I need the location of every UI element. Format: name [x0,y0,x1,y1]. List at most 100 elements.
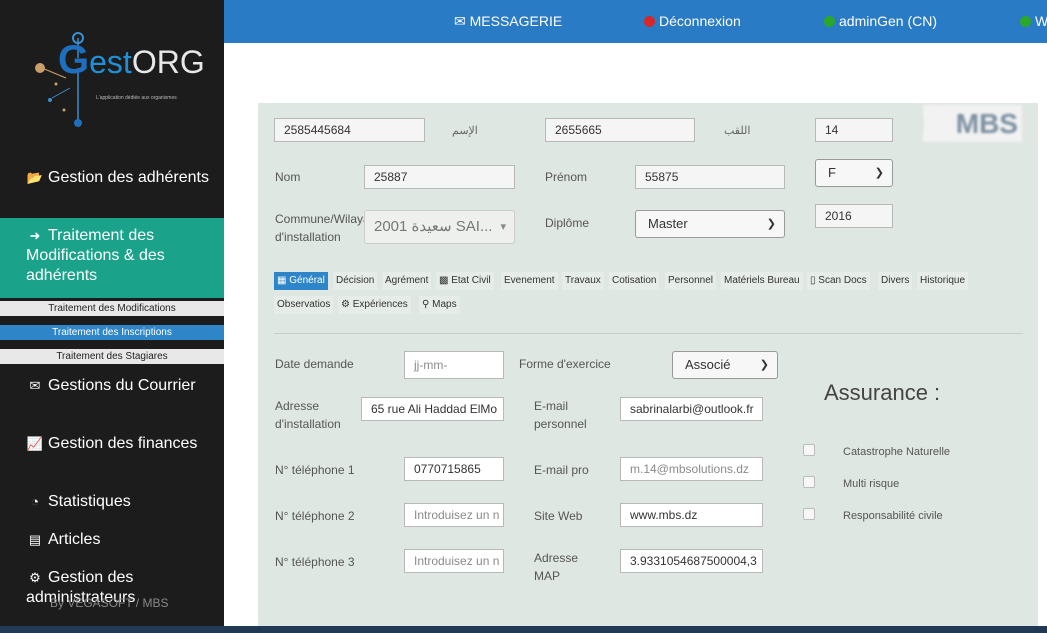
sidebar-item-label: Gestion des adhérents [48,169,209,186]
extra-label: W [1035,13,1047,29]
commune-select[interactable]: 2001 سعيدة SAI... ▾ [364,210,515,244]
adresse-map-input[interactable]: 3.9331054687500004,3 [620,549,763,573]
ism-label: الإسم [452,125,478,137]
email-perso-input[interactable]: sabrinalarbi@outlook.fr [620,397,763,421]
pie-chart-icon: ◔ [31,494,39,509]
email-pro-label: E-mail pro [534,463,589,477]
users-gear-icon: ⚙ [29,570,41,585]
sidebar-item-finances[interactable]: 📈 Gestion des finances [0,434,224,476]
tab-cotisation[interactable]: Cotisation [609,272,660,290]
tab-scan-docs[interactable]: ▯ Scan Docs [807,272,870,290]
diplome-select[interactable]: Master ❯ [635,210,785,238]
laqab-input[interactable]: 2655665 [545,118,695,142]
sidebar-item-traitement[interactable]: ➜ Traitement des Modifications & des adhé… [0,218,224,298]
catastrophe-checkbox[interactable] [803,444,815,456]
prenom-input[interactable]: 55875 [635,165,785,189]
tel2-label: N° téléphone 2 [275,509,355,523]
user-menu[interactable]: adminGen (CN) [824,13,937,29]
tab-label: Général [289,275,325,286]
company-logo: MBS [923,105,1022,142]
tab-evenement[interactable]: Evenement [501,272,558,290]
tab-travaux[interactable]: Travaux [562,272,604,290]
sidebar-item-articles[interactable]: ▤ Articles [0,530,224,552]
caret-down-icon: ▾ [500,221,506,233]
responsabilite-label: Responsabilité civile [843,510,943,522]
catastrophe-label: Catastrophe Naturelle [843,446,951,458]
tab-label: Etat Civil [451,275,491,286]
briefcase-icon: ⚙ [341,299,350,310]
user-status-icon [824,16,835,27]
sexe-select[interactable]: F ❯ [815,159,893,187]
tab-personnel[interactable]: Personnel [665,272,717,290]
tab-observatios[interactable]: Observatios [274,296,334,314]
ism-input[interactable]: 2585445684 [274,118,425,142]
courier-icon: ✉ [29,378,41,393]
map-marker-icon: ⚲ [422,299,430,310]
line-chart-icon: 📈 [26,436,44,451]
tab-historique[interactable]: Historique [917,272,969,290]
sidebar-item-label: Gestion des finances [48,435,198,452]
logo-tagline: L'application dédiée aux organismes [96,95,177,101]
code-input[interactable]: 14 [815,118,893,142]
chevron-down-icon: ❯ [759,359,769,371]
sexe-value: F [828,165,836,180]
tab-label: Scan Docs [818,275,867,286]
multi-risque-label: Multi risque [843,478,900,490]
chevron-down-icon: ❯ [874,167,884,179]
submenu-inscriptions[interactable]: Traitement des Inscriptions [0,325,224,340]
logo-text: GestORG [58,38,205,82]
logout-status-icon [644,16,655,27]
folder-open-icon: 📂 [26,170,44,185]
extra-status-icon [1020,16,1031,27]
prenom-label: Prénom [545,170,588,184]
email-pro-input[interactable]: m.14@mbsolutions.dz [620,457,763,481]
tab-materiels-bureau[interactable]: Matériels Bureau [721,272,803,290]
extra-menu[interactable]: W [1020,13,1047,29]
tab-agrement[interactable]: Agrément [382,272,432,290]
adresse-label: Adresse d'installation [275,399,341,431]
footer-credit: By VEGASOFT / MBS [50,596,169,610]
tel2-input[interactable]: Introduisez un n [404,503,504,527]
date-demande-input[interactable]: jj-mm- [404,351,504,379]
tab-decision[interactable]: Décision [333,272,378,290]
messagerie-link[interactable]: ✉ MESSAGERIE [454,13,562,30]
nom-label: Nom [275,170,301,184]
multi-risque-checkbox[interactable] [803,476,815,488]
sidebar-item-label: Traitement des Modifications & des adhér… [26,227,165,284]
adresse-input[interactable]: 65 rue Ali Haddad ElMo [361,397,504,421]
tel1-input[interactable]: 0770715865 [404,457,504,481]
user-label: adminGen (CN) [839,13,938,29]
divider [274,333,1023,334]
site-web-label: Site Web [534,509,583,523]
messagerie-icon: ✉ [454,13,466,29]
tab-etat-civil[interactable]: ▩ Etat Civil [436,272,494,290]
top-bar: ✉ MESSAGERIE Déconnexion adminGen (CN) W [224,0,1047,43]
newspaper-icon: ▤ [28,532,42,547]
site-web-input[interactable]: www.mbs.dz [620,503,763,527]
nom-input[interactable]: 25887 [364,165,515,189]
sidebar-item-statistiques[interactable]: ◔ Statistiques [0,492,224,514]
responsabilite-checkbox[interactable] [803,508,815,520]
commune-value: 2001 سعيدة SAI... [374,218,493,235]
email-perso-label: E-mail personnel [534,399,587,431]
tab-label: Expériences [352,299,408,310]
sidebar-item-courrier[interactable]: ✉ Gestions du Courrier [0,376,224,418]
tab-divers[interactable]: Divers [878,272,913,290]
chevron-down-icon: ❯ [766,218,776,230]
tab-general[interactable]: ▦ Général [274,272,328,290]
sidebar-item-adherents[interactable]: 📂 Gestion des adhérents [0,168,224,210]
file-icon: ▯ [810,275,816,286]
forme-exercice-label: Forme d'exercice [519,357,611,371]
sidebar-item-label: Gestions du Courrier [48,377,196,394]
tel1-label: N° téléphone 1 [275,463,355,477]
forme-exercice-select[interactable]: Associé ❯ [672,351,778,379]
submenu-modifications[interactable]: Traitement des Modifications [0,301,224,316]
tel3-input[interactable]: Introduisez un n [404,549,504,573]
sign-in-icon: ➜ [29,228,41,243]
logout-link[interactable]: Déconnexion [644,13,741,29]
submenu-stagiares[interactable]: Traitement des Stagiares [0,349,224,364]
annee-input[interactable]: 2016 [815,204,893,228]
tab-experiences[interactable]: ⚙ Expériences [338,296,411,314]
tab-label: Maps [432,299,457,310]
tab-maps[interactable]: ⚲ Maps [419,296,460,314]
